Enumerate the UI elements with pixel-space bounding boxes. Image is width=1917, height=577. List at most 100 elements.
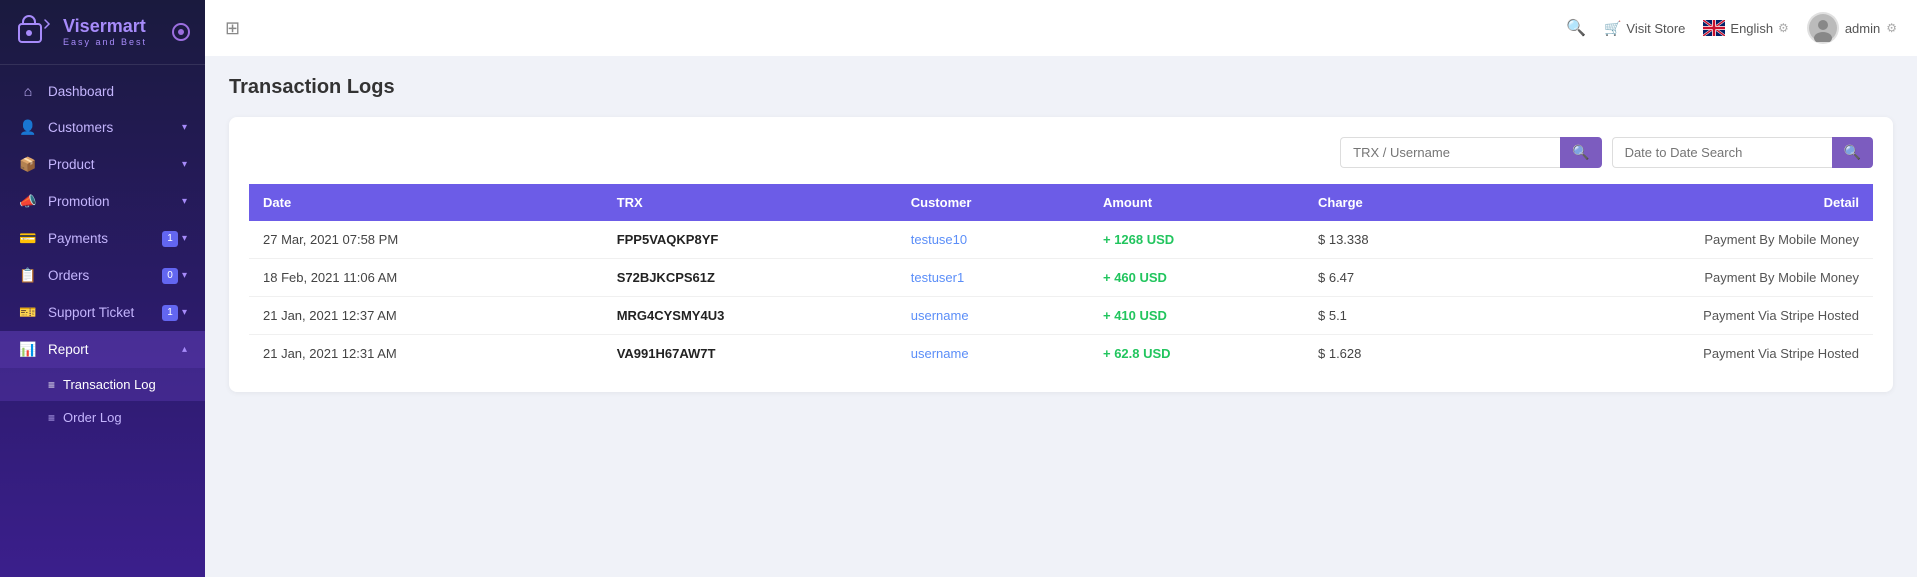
sidebar-item-label: Customers bbox=[48, 120, 182, 135]
search-row: 🔍 🔍 bbox=[249, 137, 1873, 168]
chevron-down-icon: ▾ bbox=[182, 270, 187, 281]
report-icon: 📊 bbox=[18, 341, 38, 358]
language-settings-icon[interactable]: ⚙ bbox=[1778, 21, 1789, 35]
support-badge: 1 bbox=[162, 305, 178, 321]
date-search-group: 🔍 bbox=[1612, 137, 1873, 168]
sidebar-item-support[interactable]: 🎫 Support Ticket 1 ▾ bbox=[0, 294, 205, 331]
payments-icon: 💳 bbox=[18, 230, 38, 247]
search-icon[interactable]: 🔍 bbox=[1566, 18, 1586, 38]
logo-tagline: Easy and Best bbox=[63, 37, 147, 47]
user-avatar bbox=[1807, 12, 1839, 44]
sidebar: Visermart Easy and Best ⌂ Dashboard 👤 Cu… bbox=[0, 0, 205, 577]
col-amount: Amount bbox=[1089, 184, 1304, 221]
sidebar-item-label: Orders bbox=[48, 268, 162, 283]
cell-date: 21 Jan, 2021 12:37 AM bbox=[249, 297, 603, 335]
topbar: ⊞ 🔍 🛒 Visit Store English ⚙ bbox=[205, 0, 1917, 56]
promotion-icon: 📣 bbox=[18, 193, 38, 210]
sidebar-item-label: Promotion bbox=[48, 194, 182, 209]
visit-store-label: Visit Store bbox=[1626, 21, 1685, 36]
chevron-up-icon: ▴ bbox=[182, 344, 187, 355]
cell-trx: VA991H67AW7T bbox=[603, 335, 897, 373]
orders-icon: 📋 bbox=[18, 267, 38, 284]
table-row: 18 Feb, 2021 11:06 AM S72BJKCPS61Z testu… bbox=[249, 259, 1873, 297]
cell-charge: $ 5.1 bbox=[1304, 297, 1474, 335]
sidebar-item-order-log[interactable]: Order Log bbox=[0, 401, 205, 434]
cell-date: 27 Mar, 2021 07:58 PM bbox=[249, 221, 603, 259]
logo-area: Visermart Easy and Best bbox=[0, 0, 205, 65]
page-title: Transaction Logs bbox=[229, 76, 1893, 99]
language-selector[interactable]: English ⚙ bbox=[1703, 20, 1788, 36]
date-search-button[interactable]: 🔍 bbox=[1832, 137, 1873, 168]
sidebar-item-promotion[interactable]: 📣 Promotion ▾ bbox=[0, 183, 205, 220]
cell-amount: + 62.8 USD bbox=[1089, 335, 1304, 373]
chevron-down-icon: ▾ bbox=[182, 307, 187, 318]
topbar-left: ⊞ bbox=[225, 18, 240, 39]
logo-expand-dot[interactable] bbox=[172, 23, 190, 41]
content-area: Transaction Logs 🔍 🔍 Date bbox=[205, 56, 1917, 577]
logo-text: Visermart Easy and Best bbox=[63, 17, 147, 47]
sidebar-item-label: Report bbox=[48, 342, 182, 357]
date-search-input[interactable] bbox=[1612, 137, 1832, 168]
language-label: English bbox=[1730, 21, 1773, 36]
col-customer: Customer bbox=[897, 184, 1089, 221]
cell-trx: MRG4CYSMY4U3 bbox=[603, 297, 897, 335]
col-date: Date bbox=[249, 184, 603, 221]
payments-badge: 1 bbox=[162, 231, 178, 247]
user-settings-icon[interactable]: ⚙ bbox=[1886, 21, 1897, 35]
cell-detail: Payment Via Stripe Hosted bbox=[1474, 335, 1873, 373]
cell-charge: $ 13.338 bbox=[1304, 221, 1474, 259]
sidebar-nav: ⌂ Dashboard 👤 Customers ▾ 📦 Product ▾ 📣 … bbox=[0, 65, 205, 577]
cell-trx: S72BJKCPS61Z bbox=[603, 259, 897, 297]
transaction-card: 🔍 🔍 Date TRX Customer Amount bbox=[229, 117, 1893, 392]
user-info[interactable]: admin ⚙ bbox=[1807, 12, 1897, 44]
grid-icon[interactable]: ⊞ bbox=[225, 18, 240, 39]
sidebar-item-customers[interactable]: 👤 Customers ▾ bbox=[0, 109, 205, 146]
trx-search-group: 🔍 bbox=[1340, 137, 1601, 168]
table-wrapper: Date TRX Customer Amount Charge Detail 2… bbox=[249, 184, 1873, 372]
orders-badge: 0 bbox=[162, 268, 178, 284]
trx-search-button[interactable]: 🔍 bbox=[1560, 137, 1601, 168]
cell-date: 21 Jan, 2021 12:31 AM bbox=[249, 335, 603, 373]
support-icon: 🎫 bbox=[18, 304, 38, 321]
cell-customer[interactable]: username bbox=[897, 297, 1089, 335]
sidebar-item-label: Payments bbox=[48, 231, 162, 246]
sidebar-item-label: Dashboard bbox=[48, 84, 187, 99]
product-icon: 📦 bbox=[18, 156, 38, 173]
cell-customer[interactable]: username bbox=[897, 335, 1089, 373]
sidebar-item-label: Support Ticket bbox=[48, 305, 162, 320]
col-trx: TRX bbox=[603, 184, 897, 221]
cell-detail: Payment By Mobile Money bbox=[1474, 221, 1873, 259]
col-charge: Charge bbox=[1304, 184, 1474, 221]
cell-date: 18 Feb, 2021 11:06 AM bbox=[249, 259, 603, 297]
trx-search-input[interactable] bbox=[1340, 137, 1560, 168]
cell-trx: FPP5VAQKP8YF bbox=[603, 221, 897, 259]
cell-amount: + 460 USD bbox=[1089, 259, 1304, 297]
sidebar-item-payments[interactable]: 💳 Payments 1 ▾ bbox=[0, 220, 205, 257]
table-row: 27 Mar, 2021 07:58 PM FPP5VAQKP8YF testu… bbox=[249, 221, 1873, 259]
customers-icon: 👤 bbox=[18, 119, 38, 136]
sidebar-item-report[interactable]: 📊 Report ▴ bbox=[0, 331, 205, 368]
logo-icon bbox=[15, 12, 55, 52]
chevron-down-icon: ▾ bbox=[182, 122, 187, 133]
cell-charge: $ 6.47 bbox=[1304, 259, 1474, 297]
cell-amount: + 1268 USD bbox=[1089, 221, 1304, 259]
chevron-down-icon: ▾ bbox=[182, 233, 187, 244]
visit-store-button[interactable]: 🛒 Visit Store bbox=[1604, 20, 1685, 37]
cell-amount: + 410 USD bbox=[1089, 297, 1304, 335]
sidebar-item-dashboard[interactable]: ⌂ Dashboard bbox=[0, 73, 205, 109]
sidebar-item-label: Product bbox=[48, 157, 182, 172]
cell-detail: Payment By Mobile Money bbox=[1474, 259, 1873, 297]
cell-customer[interactable]: testuse10 bbox=[897, 221, 1089, 259]
store-icon: 🛒 bbox=[1604, 20, 1621, 37]
sidebar-item-product[interactable]: 📦 Product ▾ bbox=[0, 146, 205, 183]
table-row: 21 Jan, 2021 12:37 AM MRG4CYSMY4U3 usern… bbox=[249, 297, 1873, 335]
transaction-table: Date TRX Customer Amount Charge Detail 2… bbox=[249, 184, 1873, 372]
col-detail: Detail bbox=[1474, 184, 1873, 221]
sidebar-item-transaction-log[interactable]: Transaction Log bbox=[0, 368, 205, 401]
uk-flag-icon bbox=[1703, 20, 1725, 36]
sidebar-item-orders[interactable]: 📋 Orders 0 ▾ bbox=[0, 257, 205, 294]
cell-charge: $ 1.628 bbox=[1304, 335, 1474, 373]
cell-customer[interactable]: testuser1 bbox=[897, 259, 1089, 297]
home-icon: ⌂ bbox=[18, 83, 38, 99]
order-log-label: Order Log bbox=[63, 410, 122, 425]
